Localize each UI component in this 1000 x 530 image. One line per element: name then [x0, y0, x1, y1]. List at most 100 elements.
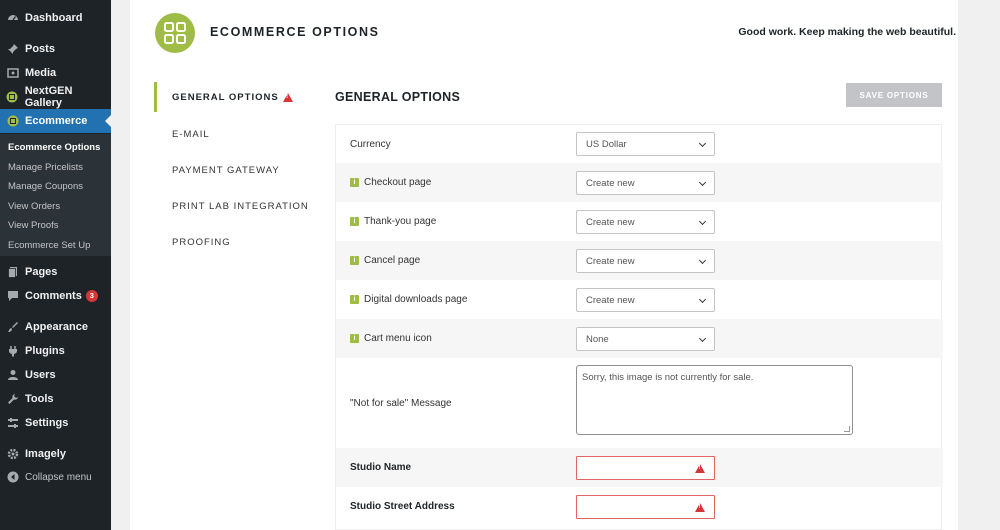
- menu-settings-label: Settings: [25, 417, 69, 429]
- menu-pages[interactable]: Pages: [0, 260, 111, 284]
- chevron-down-icon: [698, 178, 707, 187]
- menu-media[interactable]: Media: [0, 61, 111, 85]
- ecommerce-submenu: Ecommerce Options Manage Pricelists Mana…: [0, 134, 111, 256]
- checkout-page-select[interactable]: Create new: [576, 171, 715, 195]
- thankyou-page-label-wrap: i Thank-you page: [350, 216, 436, 227]
- cart-menu-icon-value: None: [586, 333, 609, 345]
- chevron-down-icon: [698, 334, 707, 343]
- cart-menu-icon-label: Cart menu icon: [364, 333, 432, 344]
- menu-users-label: Users: [25, 369, 56, 381]
- menu-nextgen-label: NextGEN Gallery: [24, 85, 73, 109]
- submenu-ecommerce-options[interactable]: Ecommerce Options: [8, 142, 100, 153]
- info-icon[interactable]: i: [350, 295, 359, 304]
- section-title: GENERAL OPTIONS: [335, 90, 461, 104]
- studio-name-row: Studio Name: [336, 448, 943, 487]
- cancel-page-select[interactable]: Create new: [576, 249, 715, 273]
- ecommerce-icon: [6, 115, 19, 128]
- settings-icon: [6, 417, 19, 430]
- collapse-menu-button[interactable]: Collapse menu: [0, 465, 111, 489]
- cart-menu-icon-row: i Cart menu icon None: [336, 319, 943, 358]
- resize-handle-icon[interactable]: [844, 426, 850, 432]
- menu-plugins[interactable]: Plugins: [0, 339, 111, 363]
- save-options-button[interactable]: SAVE OPTIONS: [846, 83, 942, 107]
- studio-address-label: Studio Street Address: [350, 501, 455, 512]
- cancel-page-label-wrap: i Cancel page: [350, 255, 420, 266]
- menu-dashboard-label: Dashboard: [25, 12, 83, 24]
- info-icon[interactable]: i: [350, 217, 359, 226]
- not-for-sale-label: "Not for sale" Message: [350, 397, 452, 409]
- submenu-view-proofs[interactable]: View Proofs: [8, 220, 59, 231]
- thankyou-page-label: Thank-you page: [364, 216, 437, 227]
- thankyou-page-select[interactable]: Create new: [576, 210, 715, 234]
- tab-payment-gateway[interactable]: PAYMENT GATEWAY: [154, 155, 324, 185]
- dashboard-icon: [6, 12, 19, 25]
- brush-icon: [6, 321, 19, 334]
- pages-icon: [6, 266, 19, 279]
- cart-menu-icon-label-wrap: i Cart menu icon: [350, 333, 432, 344]
- not-for-sale-textarea[interactable]: Sorry, this image is not currently for s…: [576, 365, 853, 435]
- collapse-menu-label: Collapse menu: [25, 471, 92, 483]
- chevron-down-icon: [698, 295, 707, 304]
- submenu-ecommerce-setup[interactable]: Ecommerce Set Up: [8, 240, 90, 251]
- menu-imagely[interactable]: Imagely: [0, 442, 111, 466]
- menu-plugins-label: Plugins: [25, 345, 65, 357]
- comment-icon: [6, 290, 19, 303]
- collapse-icon: [6, 471, 19, 484]
- currency-value: US Dollar: [586, 138, 627, 150]
- ecommerce-options-panel: ECOMMERCE OPTIONS Good work. Keep making…: [130, 0, 958, 530]
- digital-downloads-value: Create new: [586, 294, 635, 306]
- not-for-sale-row: "Not for sale" Message Sorry, this image…: [336, 358, 943, 448]
- warning-icon: [695, 464, 705, 473]
- menu-posts[interactable]: Posts: [0, 37, 111, 61]
- thankyou-page-row: i Thank-you page Create new: [336, 202, 943, 241]
- cart-menu-icon-select[interactable]: None: [576, 327, 715, 351]
- user-icon: [6, 369, 19, 382]
- checkout-page-value: Create new: [586, 177, 635, 189]
- currency-select[interactable]: US Dollar: [576, 132, 715, 156]
- studio-name-input[interactable]: [576, 456, 715, 480]
- checkout-page-label-wrap: i Checkout page: [350, 177, 431, 188]
- chevron-down-icon: [698, 139, 707, 148]
- menu-pages-label: Pages: [25, 266, 58, 278]
- tagline: Good work. Keep making the web beautiful…: [738, 26, 956, 38]
- submenu-manage-coupons[interactable]: Manage Coupons: [8, 181, 83, 192]
- info-icon[interactable]: i: [350, 256, 359, 265]
- studio-name-label: Studio Name: [350, 462, 412, 473]
- grid-logo-icon: [164, 22, 186, 44]
- menu-ecommerce-label: Ecommerce: [25, 115, 88, 127]
- menu-comments-label: Comments: [25, 290, 82, 302]
- submenu-manage-pricelists[interactable]: Manage Pricelists: [8, 162, 83, 173]
- thankyou-page-value: Create new: [586, 216, 635, 228]
- info-icon[interactable]: i: [350, 178, 359, 187]
- menu-tools[interactable]: Tools: [0, 387, 111, 411]
- tab-email[interactable]: E-MAIL: [154, 119, 324, 149]
- menu-appearance-label: Appearance: [25, 321, 88, 333]
- tab-general-options-label: GENERAL OPTIONS: [172, 91, 279, 103]
- menu-appearance[interactable]: Appearance: [0, 315, 111, 339]
- menu-settings[interactable]: Settings: [0, 411, 111, 435]
- media-icon: [6, 67, 19, 80]
- menu-posts-label: Posts: [25, 43, 55, 55]
- info-icon[interactable]: i: [350, 334, 359, 343]
- wrench-icon: [6, 393, 19, 406]
- menu-dashboard[interactable]: Dashboard: [0, 6, 111, 30]
- nextgen-icon: [6, 91, 19, 104]
- menu-comments[interactable]: Comments 3: [0, 284, 111, 308]
- tab-proofing[interactable]: PROOFING: [154, 227, 324, 257]
- tab-print-lab-integration[interactable]: PRINT LAB INTEGRATION: [154, 191, 324, 221]
- general-options-form: Currency US Dollar i Checkout page Creat…: [335, 124, 943, 530]
- admin-sidebar: Dashboard Posts Media NextGEN Gallery Ec…: [0, 0, 111, 530]
- submenu-view-orders[interactable]: View Orders: [8, 201, 60, 212]
- digital-downloads-select[interactable]: Create new: [576, 288, 715, 312]
- pin-icon: [6, 43, 19, 56]
- digital-downloads-label: Digital downloads page: [364, 294, 468, 305]
- studio-address-input[interactable]: [576, 495, 715, 519]
- comments-count-badge: 3: [85, 290, 98, 302]
- tab-general-options[interactable]: GENERAL OPTIONS: [154, 82, 324, 112]
- menu-ecommerce[interactable]: Ecommerce: [0, 109, 111, 133]
- menu-users[interactable]: Users: [0, 363, 111, 387]
- nextgen-logo: [155, 13, 195, 53]
- cancel-page-label: Cancel page: [364, 255, 421, 266]
- warning-icon: [282, 92, 293, 102]
- menu-nextgen[interactable]: NextGEN Gallery: [0, 85, 111, 109]
